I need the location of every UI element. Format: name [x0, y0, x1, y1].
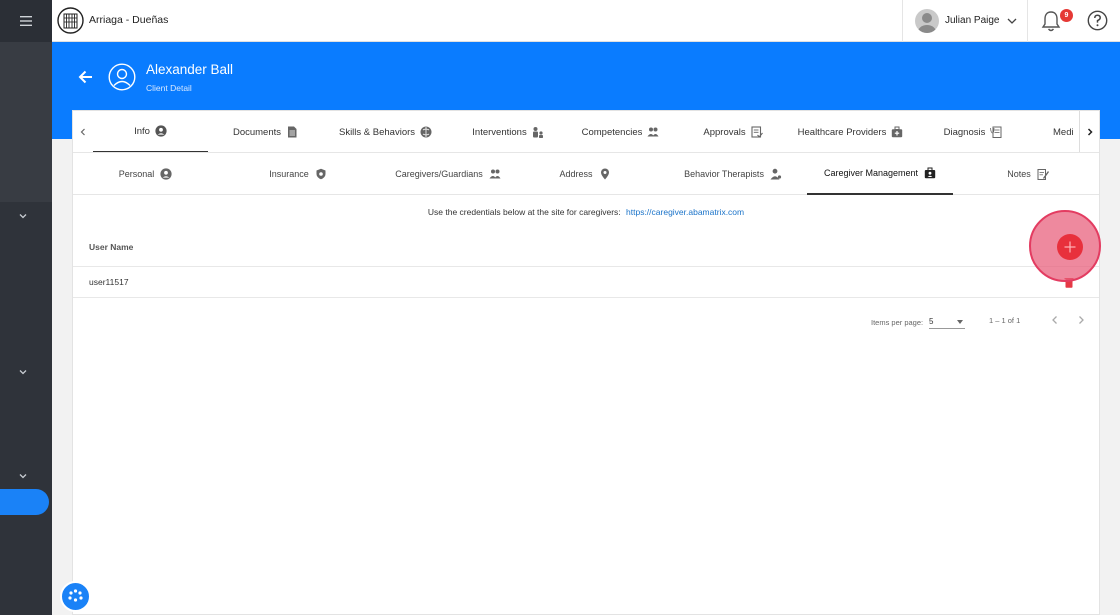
tab-label: Caregiver Management [823, 168, 919, 178]
tab-label: Healthcare Providers [797, 126, 887, 138]
tab-documents[interactable]: Documents [218, 111, 313, 152]
hamburger-menu-button[interactable] [0, 0, 52, 42]
client-detail-card: Info Documents Skills & Behaviors Interv… [72, 110, 1100, 615]
chevron-down-icon[interactable] [17, 470, 29, 482]
user-name: Julian Paige [945, 15, 1000, 26]
tab-diagnosis[interactable]: Diagnosis [933, 111, 1013, 152]
menu-icon [20, 16, 32, 26]
support-chat-button[interactable] [60, 581, 91, 612]
tab-label: Skills & Behaviors [338, 126, 416, 138]
sidebar [0, 42, 52, 615]
chevron-down-icon[interactable] [17, 210, 29, 222]
tab-notes[interactable]: Notes [983, 153, 1073, 195]
credentials-info: Use the credentials below at the site fo… [73, 207, 1099, 217]
tab-info[interactable]: Info [93, 111, 208, 152]
chevron-right-icon [1087, 128, 1093, 136]
user-circle-icon [108, 63, 136, 91]
add-caregiver-button[interactable] [1057, 234, 1083, 260]
tab-skills-behaviors[interactable]: Skills & Behaviors [328, 111, 443, 152]
tab-label: Personal [118, 169, 155, 179]
diagnosis-icon [990, 126, 1002, 138]
credentials-info-text: Use the credentials below at the site fo… [427, 207, 621, 217]
sidebar-active-item[interactable] [0, 489, 49, 515]
tab-label: Notes [1007, 169, 1031, 179]
medical-bag-icon [892, 126, 903, 138]
chat-dots-icon [68, 589, 83, 602]
caregiver-site-link[interactable]: https://caregiver.abamatrix.com [626, 207, 744, 217]
top-bar: Arriaga - Dueñas Julian Paige 9 [0, 0, 1120, 42]
tab-behavior-therapists[interactable]: Behavior Therapists [663, 153, 803, 195]
group-icon [489, 169, 501, 179]
next-page-button[interactable] [1075, 314, 1087, 326]
tab-insurance[interactable]: Insurance [243, 153, 353, 195]
intervention-icon [532, 127, 543, 138]
tab-address[interactable]: Address [535, 153, 635, 195]
notes-icon [1037, 169, 1049, 180]
table-row-user-name: user11517 [89, 277, 129, 287]
tab-label: Insurance [269, 169, 309, 179]
column-header-user-name[interactable]: User Name [89, 242, 133, 252]
tab-competencies[interactable]: Competencies [568, 111, 673, 152]
user-circle-icon [160, 168, 172, 180]
dropdown-caret-icon [957, 320, 963, 324]
user-menu[interactable]: Julian Paige [902, 0, 1028, 42]
tab-label: Documents [232, 126, 282, 138]
id-badge-icon [924, 167, 936, 179]
tab-caregivers-guardians[interactable]: Caregivers/Guardians [373, 153, 523, 195]
tab-label: Diagnosis [943, 126, 986, 138]
help-icon[interactable] [1087, 10, 1108, 31]
tab-approvals[interactable]: Approvals [688, 111, 778, 152]
tabs-scroll-right-button[interactable] [1079, 111, 1099, 152]
previous-page-button[interactable] [1049, 314, 1061, 326]
table-divider [73, 297, 1099, 298]
plus-icon [1064, 241, 1076, 253]
sidebar-top-section [0, 42, 52, 202]
tab-label: Info [134, 125, 150, 137]
avatar-person-icon [918, 13, 936, 33]
chevron-down-icon [1007, 18, 1017, 24]
user-circle-icon [155, 125, 167, 137]
tab-label: Approvals [703, 126, 746, 138]
tab-interventions[interactable]: Interventions [458, 111, 558, 152]
pagination-range: 1 – 1 of 1 [989, 316, 1021, 325]
main-tab-bar: Info Documents Skills & Behaviors Interv… [73, 111, 1099, 153]
organization-name: Arriaga - Dueñas [89, 14, 169, 26]
sub-tab-bar: Personal Insurance Caregivers/Guardians … [73, 153, 1099, 195]
avatar [915, 9, 939, 33]
tab-healthcare-providers[interactable]: Healthcare Providers [793, 111, 908, 152]
tabs-scroll-left-button[interactable] [73, 111, 93, 152]
chevron-down-icon[interactable] [17, 366, 29, 378]
tab-personal[interactable]: Personal [93, 153, 198, 195]
organization-logo [57, 7, 84, 34]
items-per-page-select[interactable]: 5 [929, 314, 965, 329]
items-per-page-label: Items per page: [871, 318, 924, 327]
tab-label: Competencies [581, 126, 643, 138]
client-subtitle: Client Detail [146, 83, 192, 93]
map-pin-icon [600, 168, 609, 180]
notifications-bell-icon[interactable] [1040, 9, 1062, 33]
tab-label: Interventions [472, 126, 527, 138]
document-icon [288, 126, 297, 138]
notification-count-badge: 9 [1060, 9, 1073, 22]
items-per-page-value: 5 [929, 317, 934, 326]
therapist-icon [770, 168, 782, 180]
table-divider [73, 266, 1099, 267]
group-icon [647, 127, 659, 137]
tab-label: Behavior Therapists [684, 169, 764, 179]
back-arrow-icon[interactable] [78, 69, 94, 85]
approval-icon [751, 126, 763, 138]
shield-icon [316, 168, 326, 180]
tab-label: Medi [1053, 126, 1074, 138]
tab-label: Address [559, 169, 593, 179]
tab-label: Caregivers/Guardians [395, 169, 483, 179]
chevron-left-icon [80, 128, 85, 136]
tab-caregiver-management[interactable]: Caregiver Management [807, 153, 953, 195]
brain-icon [420, 126, 432, 138]
client-name: Alexander Ball [146, 62, 234, 77]
